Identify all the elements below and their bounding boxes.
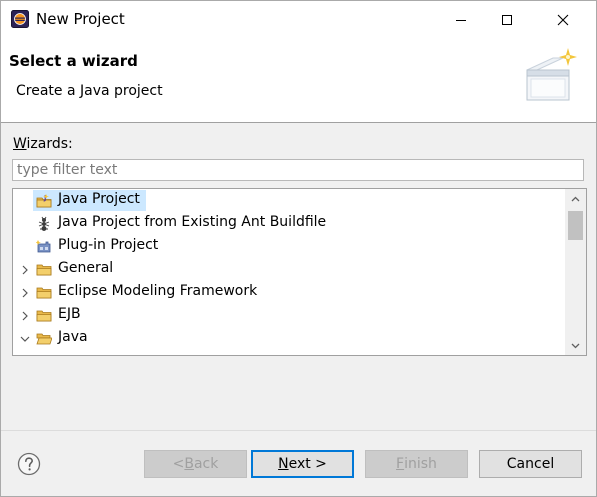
tree-item-java[interactable]: Java <box>13 328 565 350</box>
tree-item-clipped <box>13 351 565 356</box>
new-wizard-banner-icon <box>526 48 577 101</box>
tree-scrollbar[interactable] <box>565 189 586 355</box>
tree-item-label: EJB <box>58 306 81 322</box>
minimize-button[interactable] <box>438 1 484 38</box>
wizard-filter-input[interactable] <box>12 159 584 181</box>
wizards-label-mnemonic: W <box>13 136 27 152</box>
finish-button[interactable]: Finish <box>365 450 468 478</box>
wizard-tree: J Java Project Java Project from Existin… <box>12 188 587 356</box>
tree-item-ejb[interactable]: EJB <box>13 305 565 327</box>
scroll-up-icon[interactable] <box>569 193 582 206</box>
maximize-icon <box>502 14 512 25</box>
footer-separator <box>1 430 596 431</box>
tree-item-label: Java Project from Existing Ant Buildfile <box>58 214 327 230</box>
tree-item-label: Java Project <box>58 191 140 207</box>
chevron-right-icon[interactable] <box>19 287 31 299</box>
chevron-right-icon[interactable] <box>19 264 31 276</box>
tree-item-java-project[interactable]: J Java Project <box>13 190 565 212</box>
help-icon[interactable] <box>16 451 42 477</box>
next-button-mnemonic: N <box>278 456 289 472</box>
scroll-down-icon[interactable] <box>569 339 582 352</box>
tree-item-general[interactable]: General <box>13 259 565 281</box>
tree-item-label: Plug-in Project <box>58 237 159 253</box>
scrollbar-thumb[interactable] <box>568 211 583 240</box>
java-project-icon: J <box>36 194 52 208</box>
tree-item-ant-buildfile[interactable]: Java Project from Existing Ant Buildfile <box>13 213 565 235</box>
close-icon <box>557 14 569 25</box>
banner-title: Select a wizard <box>9 52 138 70</box>
plugin-icon <box>36 240 51 253</box>
window-title: New Project <box>36 10 125 28</box>
back-button[interactable]: < Back <box>144 450 247 478</box>
chevron-right-icon[interactable] <box>19 310 31 322</box>
maximize-button[interactable] <box>484 1 530 38</box>
tree-item-label: Java <box>58 329 88 345</box>
folder-icon <box>36 264 52 276</box>
wizards-label: Wizards: <box>13 136 73 152</box>
next-button[interactable]: Next > <box>251 450 354 478</box>
next-button-text: ext > <box>288 456 327 472</box>
folder-icon <box>36 310 52 322</box>
tree-item-plugin-project[interactable]: Plug-in Project <box>13 236 565 258</box>
finish-button-mnemonic: F <box>396 456 405 472</box>
back-button-prefix: < <box>172 456 185 472</box>
ant-icon <box>38 216 50 231</box>
back-button-mnemonic: B <box>184 456 194 472</box>
title-bar: New Project <box>1 1 596 38</box>
cancel-button[interactable]: Cancel <box>479 450 582 478</box>
new-project-dialog: New Project Select a wizard Create a Jav… <box>0 0 597 497</box>
back-button-text: ack <box>193 456 219 472</box>
finish-button-text: inish <box>404 456 437 472</box>
folder-open-icon <box>36 333 52 345</box>
folder-icon <box>36 287 52 299</box>
wizards-label-text: izards: <box>26 136 73 152</box>
chevron-down-icon[interactable] <box>19 333 31 345</box>
close-button[interactable] <box>540 1 586 38</box>
wizard-banner: Select a wizard Create a Java project <box>1 38 596 123</box>
tree-item-label: General <box>58 260 114 276</box>
tree-item-label: Eclipse Modeling Framework <box>58 283 258 299</box>
minimize-icon <box>456 19 466 21</box>
java-wizard-icon <box>58 354 74 356</box>
banner-description: Create a Java project <box>16 83 163 99</box>
eclipse-app-icon <box>11 10 29 28</box>
tree-item-eclipse-modeling-framework[interactable]: Eclipse Modeling Framework <box>13 282 565 304</box>
